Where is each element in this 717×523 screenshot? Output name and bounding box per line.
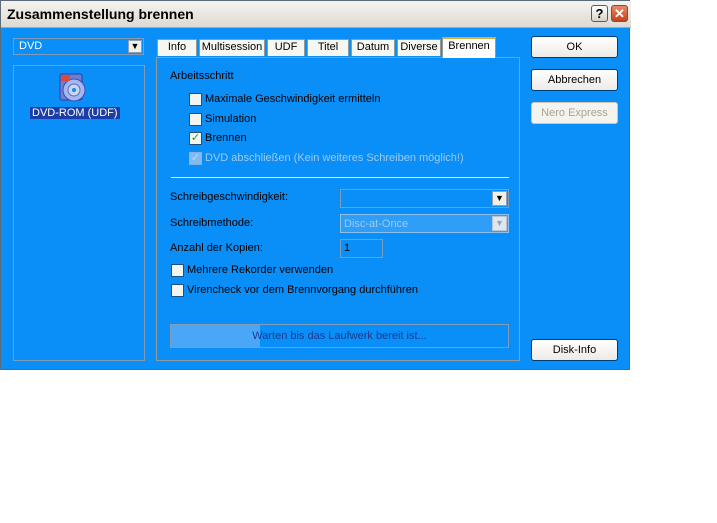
tab-diverse[interactable]: Diverse xyxy=(397,39,441,56)
help-button[interactable]: ? xyxy=(591,5,608,22)
burn-label[interactable]: Brennen xyxy=(205,132,247,144)
virus-check-checkbox[interactable] xyxy=(171,284,184,297)
close-button[interactable]: ✕ xyxy=(611,5,628,22)
method-label: Schreibmethode: xyxy=(170,217,254,229)
tab-titel[interactable]: Titel xyxy=(307,39,349,56)
method-select: Disc-at-Once ▼ xyxy=(340,214,509,233)
window-title: Zusammenstellung brennen xyxy=(7,6,194,22)
tab-brennen[interactable]: Brennen xyxy=(442,37,496,58)
group-label: Arbeitsschritt xyxy=(170,70,234,82)
max-speed-checkbox[interactable] xyxy=(189,93,202,106)
tab-multisession[interactable]: Multisession xyxy=(199,39,265,56)
ok-button[interactable]: OK xyxy=(531,36,618,58)
disk-info-button[interactable]: Disk-Info xyxy=(531,339,618,361)
nero-express-button: Nero Express xyxy=(531,102,618,124)
finalize-checkbox: ✓ xyxy=(189,152,202,165)
brennen-panel: Arbeitsschritt Maximale Geschwindigkeit … xyxy=(156,57,520,361)
source-dropdown-value: DVD xyxy=(19,40,43,52)
chevron-down-icon[interactable]: ▼ xyxy=(128,40,142,53)
multi-recorder-label[interactable]: Mehrere Rekorder verwenden xyxy=(187,264,333,276)
cancel-button[interactable]: Abbrechen xyxy=(531,69,618,91)
burn-checkbox[interactable]: ✓ xyxy=(189,132,202,145)
virus-check-label[interactable]: Virencheck vor dem Brennvorgang durchfüh… xyxy=(187,284,418,296)
chevron-down-icon[interactable]: ▼ xyxy=(492,191,507,206)
max-speed-label[interactable]: Maximale Geschwindigkeit ermitteln xyxy=(205,93,380,105)
method-value: Disc-at-Once xyxy=(344,218,409,230)
burn-compilation-dialog: Zusammenstellung brennen ? ✕ DVD ▼ DVD-R… xyxy=(0,0,631,370)
copies-input[interactable]: 1 xyxy=(340,239,383,258)
simulation-label[interactable]: Simulation xyxy=(205,113,256,125)
status-progress-bar: Warten bis das Laufwerk bereit ist... xyxy=(170,324,509,348)
status-text: Warten bis das Laufwerk bereit ist... xyxy=(252,330,427,342)
speed-label: Schreibgeschwindigkeit: xyxy=(170,191,289,203)
list-item-label: DVD-ROM (UDF) xyxy=(30,107,120,119)
simulation-checkbox[interactable] xyxy=(189,113,202,126)
compilation-list[interactable]: DVD-ROM (UDF) xyxy=(13,65,145,361)
divider xyxy=(171,177,509,178)
finalize-label: DVD abschließen (Kein weiteres Schreiben… xyxy=(205,152,464,164)
tab-info[interactable]: Info xyxy=(157,39,197,56)
copies-value: 1 xyxy=(344,242,351,254)
chevron-down-icon: ▼ xyxy=(492,216,507,231)
copies-label: Anzahl der Kopien: xyxy=(170,242,263,254)
title-bar[interactable]: Zusammenstellung brennen ? ✕ xyxy=(1,1,631,28)
speed-select[interactable]: ▼ xyxy=(340,189,509,208)
tab-datum[interactable]: Datum xyxy=(351,39,395,56)
disc-icon xyxy=(59,73,86,102)
multi-recorder-checkbox[interactable] xyxy=(171,264,184,277)
tab-udf[interactable]: UDF xyxy=(267,39,305,56)
source-dropdown[interactable]: DVD ▼ xyxy=(13,38,144,55)
